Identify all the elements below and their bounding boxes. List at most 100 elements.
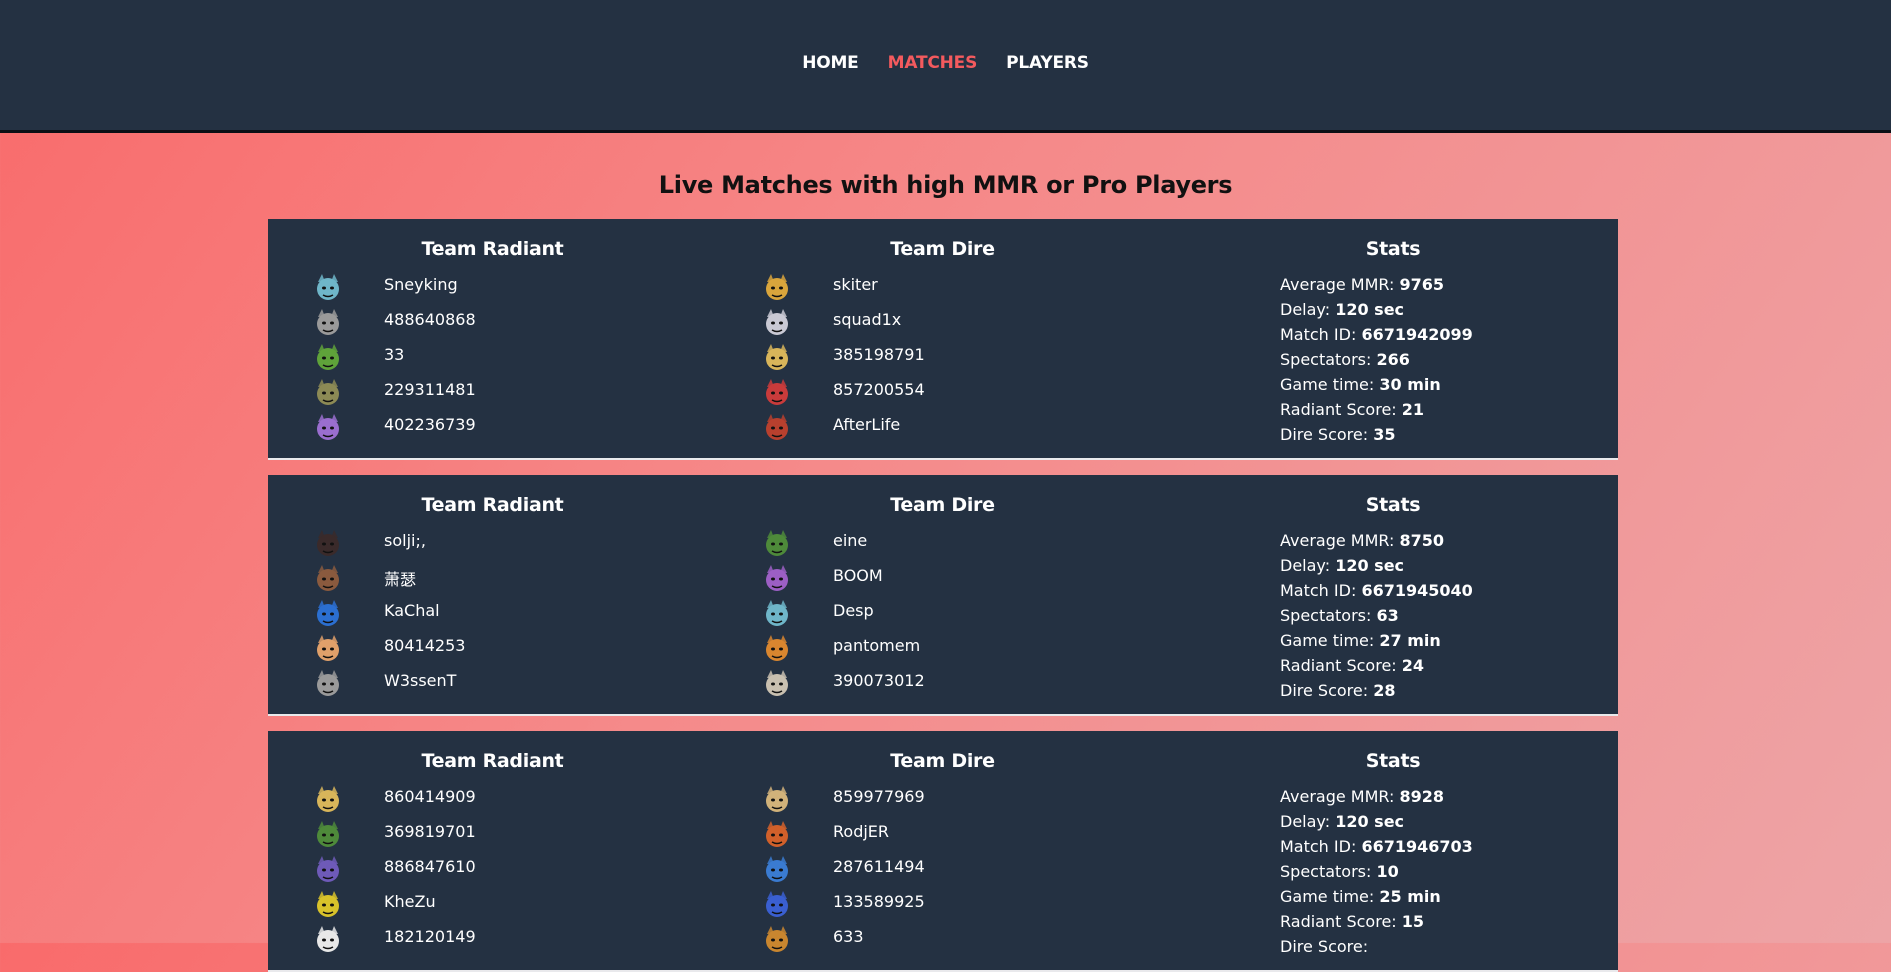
- stat-value: 28: [1373, 681, 1396, 700]
- player-name[interactable]: 633: [833, 927, 864, 946]
- hero-icon-green-goblin: [312, 342, 344, 374]
- stats-list: Average MMR: 8928 Delay: 120 sec Match I…: [1168, 787, 1618, 962]
- stat-label: Delay:: [1280, 300, 1331, 319]
- player-row: RodjER: [717, 821, 1168, 857]
- player-name[interactable]: 133589925: [833, 892, 925, 911]
- player-name[interactable]: BOOM: [833, 566, 883, 585]
- stat-label: Average MMR:: [1280, 275, 1395, 294]
- stat-delay: Delay: 120 sec: [1280, 300, 1618, 325]
- player-name[interactable]: W3ssenT: [384, 671, 456, 690]
- hero-icon-purple-void: [312, 412, 344, 444]
- stat-delay: Delay: 120 sec: [1280, 812, 1618, 837]
- stat-dire-score: Dire Score: 28: [1280, 681, 1618, 706]
- stats-title: Stats: [1365, 238, 1421, 260]
- stats-column: Stats Average MMR: 8750 Delay: 120 sec M…: [1168, 475, 1618, 706]
- player-row: W3ssenT: [268, 670, 717, 706]
- nav-home-link[interactable]: HOME: [802, 53, 859, 73]
- stat-label: Dire Score:: [1280, 425, 1369, 444]
- stat-label: Radiant Score:: [1280, 656, 1397, 675]
- player-row: eine: [717, 530, 1168, 566]
- stat-avg-mmr: Average MMR: 9765: [1280, 275, 1618, 300]
- dire-player-list: eine BOOM Desp pantomem 390073012: [717, 530, 1168, 706]
- player-row: 488640868: [268, 309, 717, 345]
- player-row: 859977969: [717, 786, 1168, 822]
- stat-value: 15: [1401, 912, 1425, 931]
- player-name[interactable]: pantomem: [833, 636, 920, 655]
- player-name[interactable]: 402236739: [384, 415, 476, 434]
- player-name[interactable]: 萧瑟: [384, 566, 416, 590]
- radiant-player-list: Sneyking 488640868 33 229311481 402236739: [268, 272, 717, 450]
- player-name[interactable]: 390073012: [833, 671, 925, 690]
- player-name[interactable]: 488640868: [384, 310, 476, 329]
- hero-icon-blue-beast: [312, 598, 344, 630]
- hero-icon-teal-dragon: [312, 272, 344, 304]
- player-name[interactable]: 857200554: [833, 380, 925, 399]
- player-name[interactable]: KheZu: [384, 892, 436, 911]
- stat-label: Game time:: [1280, 887, 1375, 906]
- player-name[interactable]: Sneyking: [384, 275, 458, 294]
- player-name[interactable]: 369819701: [384, 822, 476, 841]
- stat-spectators: Spectators: 10: [1280, 862, 1618, 887]
- player-name[interactable]: 182120149: [384, 927, 476, 946]
- player-name[interactable]: 886847610: [384, 857, 476, 876]
- stat-match-id: Match ID: 6671946703: [1280, 837, 1618, 862]
- player-name[interactable]: 385198791: [833, 345, 925, 364]
- stat-label: Match ID:: [1280, 837, 1357, 856]
- player-row: KheZu: [268, 891, 717, 927]
- player-name[interactable]: Desp: [833, 601, 874, 620]
- stat-dire-score: Dire Score:: [1280, 937, 1618, 962]
- nav-players-link[interactable]: PLAYERS: [1006, 53, 1089, 73]
- player-row: solji;,: [268, 530, 717, 566]
- hero-icon-skull-ninja: [761, 668, 793, 700]
- player-name[interactable]: 287611494: [833, 857, 925, 876]
- hero-icon-blonde-queen: [312, 633, 344, 665]
- match-card: Team Radiant Sneyking 488640868 33 22931148…: [268, 219, 1618, 460]
- stat-value: 6671946703: [1361, 837, 1473, 856]
- stat-value: 24: [1401, 656, 1425, 675]
- player-name[interactable]: 859977969: [833, 787, 925, 806]
- stat-spectators: Spectators: 266: [1280, 350, 1618, 375]
- player-row: 182120149: [268, 926, 717, 962]
- player-name[interactable]: AfterLife: [833, 415, 900, 434]
- player-name[interactable]: 860414909: [384, 787, 476, 806]
- stat-spectators: Spectators: 63: [1280, 606, 1618, 631]
- stat-value: 25 min: [1379, 887, 1441, 906]
- player-name[interactable]: skiter: [833, 275, 878, 294]
- player-row: 287611494: [717, 854, 1168, 892]
- stat-value: 8928: [1399, 787, 1445, 806]
- player-name[interactable]: 80414253: [384, 636, 465, 655]
- stat-label: Delay:: [1280, 812, 1331, 831]
- player-name[interactable]: squad1x: [833, 310, 901, 329]
- player-name[interactable]: KaChal: [384, 601, 440, 620]
- player-row: skiter: [717, 274, 1168, 310]
- player-row: Sneyking: [268, 272, 717, 310]
- stat-value: 6671945040: [1361, 581, 1473, 600]
- stat-delay: Delay: 120 sec: [1280, 556, 1618, 581]
- stat-label: Match ID:: [1280, 581, 1357, 600]
- stat-value: 120 sec: [1335, 812, 1405, 831]
- team-dire-column: Team Dire 859977969 RodjER 287611494 133589…: [717, 731, 1168, 962]
- stat-value: 63: [1376, 606, 1399, 625]
- hero-icon-blue-claw: [761, 854, 793, 886]
- player-name[interactable]: eine: [833, 531, 867, 550]
- player-name[interactable]: 229311481: [384, 380, 476, 399]
- hero-icon-purple-mage: [312, 854, 344, 886]
- hero-icon-white-beard: [761, 307, 793, 339]
- player-name[interactable]: solji;,: [384, 531, 426, 550]
- stat-value: 266: [1376, 350, 1410, 369]
- stat-value: 8750: [1399, 531, 1445, 550]
- stat-value: 120 sec: [1335, 556, 1405, 575]
- player-name[interactable]: 33: [384, 345, 404, 364]
- stat-label: Match ID:: [1280, 325, 1357, 344]
- stats-title: Stats: [1365, 750, 1421, 772]
- player-name[interactable]: RodjER: [833, 822, 889, 841]
- stats-title: Stats: [1365, 494, 1421, 516]
- match-list: Team Radiant Sneyking 488640868 33 22931148…: [0, 219, 1891, 972]
- radiant-player-list: solji;, 萧瑟 KaChal 80414253 W3ssenT: [268, 530, 717, 706]
- player-row: 857200554: [717, 379, 1168, 415]
- player-row: 402236739: [268, 412, 717, 450]
- stat-radiant-score: Radiant Score: 21: [1280, 400, 1618, 425]
- nav-matches-link[interactable]: MATCHES: [888, 53, 978, 73]
- player-row: Desp: [717, 600, 1168, 636]
- team-dire-column: Team Dire skiter squad1x 385198791 85720055…: [717, 219, 1168, 450]
